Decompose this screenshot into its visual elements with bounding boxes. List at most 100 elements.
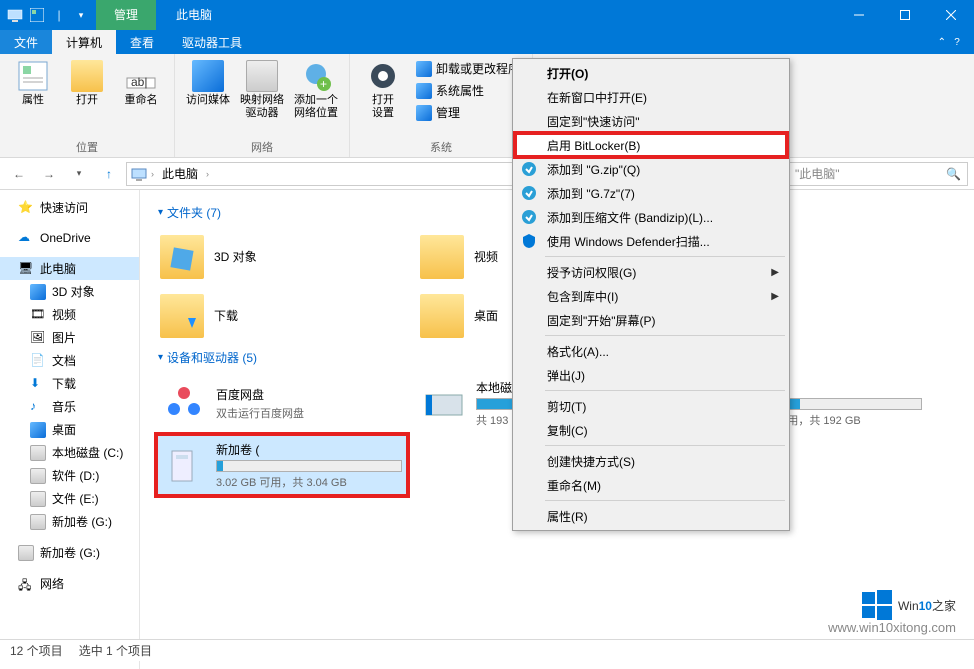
nav-pictures[interactable]: 🖼图片 — [0, 326, 139, 349]
drive-icon — [30, 491, 46, 507]
search-placeholder: "此电脑" — [795, 165, 946, 182]
nav-music[interactable]: ♪音乐 — [0, 395, 139, 418]
svg-text:+: + — [320, 77, 327, 91]
ctx-format[interactable]: 格式化(A)... — [515, 339, 787, 363]
open-settings-button[interactable]: 打开 设置 — [358, 58, 408, 137]
tab-computer[interactable]: 计算机 — [52, 30, 116, 54]
nav-drive-d[interactable]: 软件 (D:) — [0, 464, 139, 487]
manage-button[interactable]: 管理 — [412, 102, 524, 123]
folder-3dobjects[interactable]: 3D 对象 — [158, 229, 398, 284]
ctx-defender-scan[interactable]: 使用 Windows Defender扫描... — [515, 229, 787, 253]
titlebar: | ▾ 管理 此电脑 — [0, 0, 974, 30]
nav-onedrive[interactable]: ☁OneDrive — [0, 227, 139, 249]
ctx-properties[interactable]: 属性(R) — [515, 504, 787, 528]
ctx-rename[interactable]: 重命名(M) — [515, 473, 787, 497]
folder-icon — [420, 235, 464, 279]
address-bar: ← → ▾ ↑ › 此电脑 › "此电脑" 🔍 — [0, 158, 974, 190]
bandizip-icon — [521, 161, 537, 177]
ctx-include-library[interactable]: 包含到库中(I)▶ — [515, 284, 787, 308]
pc-icon: 🖥 — [18, 261, 34, 277]
nav-documents[interactable]: 📄文档 — [0, 349, 139, 372]
download-icon: ⬇ — [30, 376, 46, 392]
ctx-create-shortcut[interactable]: 创建快捷方式(S) — [515, 449, 787, 473]
ctx-add-bandizip[interactable]: 添加到压缩文件 (Bandizip)(L)... — [515, 205, 787, 229]
minimize-button[interactable] — [836, 0, 882, 30]
ctx-add-gzip[interactable]: 添加到 "G.zip"(Q) — [515, 157, 787, 181]
context-menu: 打开(O) 在新窗口中打开(E) 固定到"快速访问" 启用 BitLocker(… — [512, 58, 790, 531]
chevron-right-icon: ▶ — [771, 291, 779, 302]
cloud-icon: ☁ — [18, 230, 34, 246]
picture-icon: 🖼 — [30, 330, 46, 346]
close-button[interactable] — [928, 0, 974, 30]
add-network-location-button[interactable]: +添加一个 网络位置 — [291, 58, 341, 137]
nav-downloads[interactable]: ⬇下载 — [0, 372, 139, 395]
ctx-cut[interactable]: 剪切(T) — [515, 394, 787, 418]
contextual-tab-manage[interactable]: 管理 — [96, 0, 156, 30]
baidu-icon — [162, 381, 206, 425]
nav-quick-access[interactable]: ⭐快速访问 — [0, 196, 139, 219]
tab-drive-tools[interactable]: 驱动器工具 — [168, 30, 256, 54]
system-properties-button[interactable]: 系统属性 — [412, 80, 524, 101]
drive-icon — [18, 545, 34, 561]
drive-baidu[interactable]: 百度网盘双击运行百度网盘 — [158, 374, 406, 432]
nav-3dobjects[interactable]: 3D 对象 — [0, 280, 139, 303]
nav-drive-c[interactable]: 本地磁盘 (C:) — [0, 441, 139, 464]
ctx-open[interactable]: 打开(O) — [515, 61, 787, 85]
ctx-copy[interactable]: 复制(C) — [515, 418, 787, 442]
desktop-icon — [30, 422, 46, 438]
bandizip-icon — [521, 185, 537, 201]
ctx-add-g7z[interactable]: 添加到 "G.7z"(7) — [515, 181, 787, 205]
windows-logo-icon — [862, 590, 892, 620]
qat-dropdown-icon[interactable]: ▾ — [72, 6, 90, 24]
ctx-open-new-window[interactable]: 在新窗口中打开(E) — [515, 85, 787, 109]
ribbon-collapse-icon[interactable]: ⌃ — [938, 37, 946, 48]
open-button[interactable]: 打开 — [62, 58, 112, 137]
ribbon-group-system: 打开 设置 卸载或更改程序 系统属性 管理 系统 — [350, 54, 533, 157]
pc-icon — [6, 6, 24, 24]
nav-drive-g[interactable]: 新加卷 (G:) — [0, 510, 139, 533]
nav-thispc[interactable]: 🖥此电脑 — [0, 257, 139, 280]
uninstall-button[interactable]: 卸载或更改程序 — [412, 58, 524, 79]
properties-icon[interactable] — [28, 6, 46, 24]
shield-icon — [521, 233, 537, 249]
nav-videos[interactable]: 🎞视频 — [0, 303, 139, 326]
tab-view[interactable]: 查看 — [116, 30, 168, 54]
nav-drive-e[interactable]: 文件 (E:) — [0, 487, 139, 510]
nav-drive-g2[interactable]: 新加卷 (G:) — [0, 541, 139, 564]
ribbon: 属性 打开 ab|重命名 位置 访问媒体 映射网络 驱动器 +添加一个 网络位置… — [0, 54, 974, 158]
access-media-button[interactable]: 访问媒体 — [183, 58, 233, 137]
up-button[interactable]: ↑ — [96, 161, 122, 187]
qat-divider: | — [50, 6, 68, 24]
recent-locations-button[interactable]: ▾ — [66, 161, 92, 187]
rename-button[interactable]: ab|重命名 — [116, 58, 166, 137]
ctx-eject[interactable]: 弹出(J) — [515, 363, 787, 387]
forward-button[interactable]: → — [36, 161, 62, 187]
ctx-pin-quick-access[interactable]: 固定到"快速访问" — [515, 109, 787, 133]
status-selection: 选中 1 个项目 — [79, 642, 152, 659]
drive-icon — [30, 468, 46, 484]
ctx-enable-bitlocker[interactable]: 启用 BitLocker(B) — [515, 133, 787, 157]
video-icon: 🎞 — [30, 307, 46, 323]
ctx-separator — [545, 335, 785, 336]
search-input[interactable]: "此电脑" 🔍 — [788, 162, 968, 186]
nav-desktop[interactable]: 桌面 — [0, 418, 139, 441]
ctx-separator — [545, 390, 785, 391]
drive-g[interactable]: 新加卷 (3.02 GB 可用，共 3.04 GB — [158, 436, 406, 494]
tab-file[interactable]: 文件 — [0, 30, 52, 54]
maximize-button[interactable] — [882, 0, 928, 30]
nav-network[interactable]: 🖧网络 — [0, 572, 139, 595]
ctx-pin-start[interactable]: 固定到"开始"屏幕(P) — [515, 308, 787, 332]
ribbon-group-location: 属性 打开 ab|重命名 位置 — [0, 54, 175, 157]
map-drive-button[interactable]: 映射网络 驱动器 — [237, 58, 287, 137]
crumb-thispc[interactable]: 此电脑 — [158, 165, 202, 182]
search-icon: 🔍 — [946, 167, 961, 181]
folder-downloads[interactable]: 下载 — [158, 288, 398, 343]
properties-button[interactable]: 属性 — [8, 58, 58, 137]
status-item-count: 12 个项目 — [10, 642, 63, 659]
nav-pane[interactable]: ⭐快速访问 ☁OneDrive 🖥此电脑 3D 对象 🎞视频 🖼图片 📄文档 ⬇… — [0, 190, 140, 669]
ctx-grant-access[interactable]: 授予访问权限(G)▶ — [515, 260, 787, 284]
help-icon[interactable]: ? — [950, 35, 964, 49]
back-button[interactable]: ← — [6, 161, 32, 187]
document-icon: 📄 — [30, 353, 46, 369]
folder-icon — [160, 294, 204, 338]
